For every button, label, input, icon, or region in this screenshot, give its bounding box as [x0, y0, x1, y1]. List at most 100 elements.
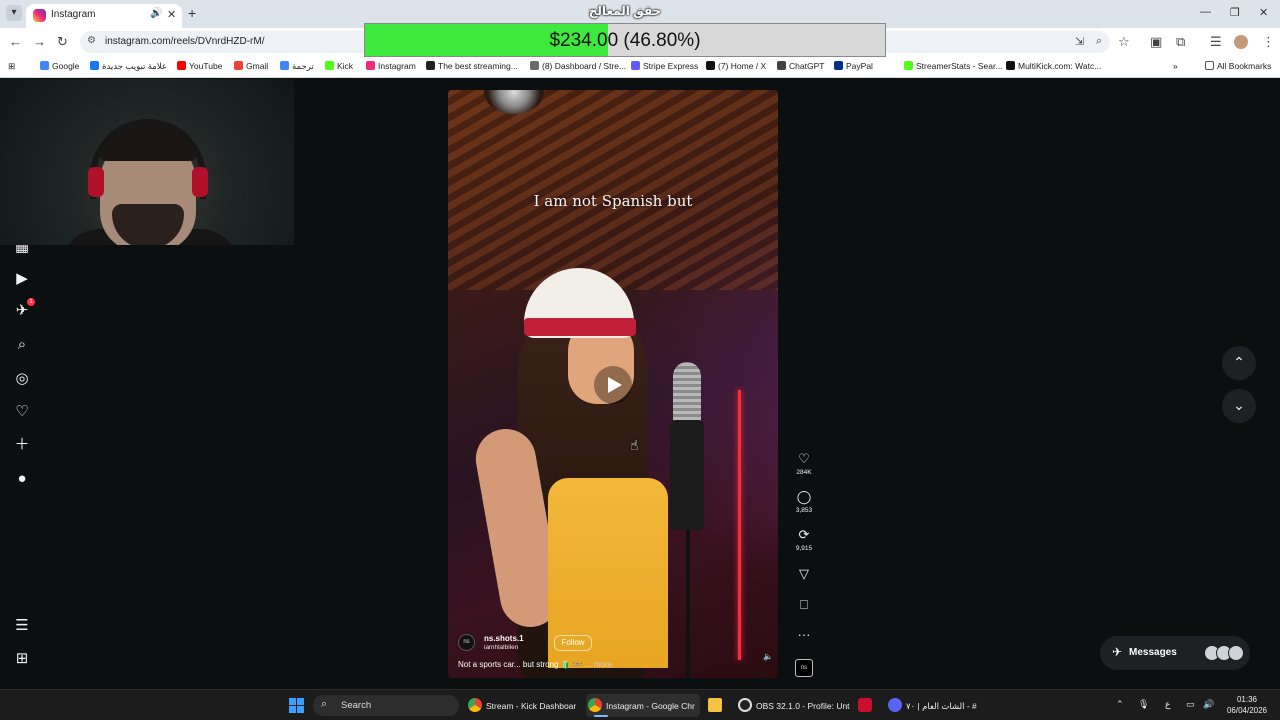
next-reel-button[interactable]: ⌄	[1222, 389, 1256, 423]
tab-instagram[interactable]: Instagram 🔊 ✕	[26, 4, 182, 28]
volume-icon[interactable]: 🔊	[1203, 699, 1214, 710]
play-icon[interactable]	[594, 366, 632, 404]
bookmark-dashboard[interactable]: (8) Dashboard / Stre...	[530, 61, 626, 71]
profile-icon[interactable]: ●	[13, 470, 31, 488]
bookmark-translate[interactable]: ترجمة	[280, 61, 314, 72]
extension-icon[interactable]: ▣	[1150, 34, 1162, 50]
clock-time: 01:36	[1236, 695, 1258, 704]
also-from-meta-icon[interactable]: ⊞	[13, 650, 31, 668]
search-icon: ⌕	[321, 698, 328, 710]
notifications-icon[interactable]: ♡	[13, 403, 31, 421]
taskbar-search-label: Search	[341, 700, 372, 711]
all-bookmarks[interactable]: All Bookmarks	[1205, 61, 1271, 71]
more-menu-icon[interactable]: ☰	[13, 617, 31, 635]
audio-thumbnail[interactable]: ns	[795, 659, 813, 677]
back-icon[interactable]: ←	[9, 34, 22, 49]
bookmark-new-tab[interactable]: علامة تبويب جديدة	[90, 61, 167, 72]
repost-button[interactable]: ⟳ 9,915	[790, 527, 818, 553]
bookmark-star-icon[interactable]: ☆	[1118, 34, 1130, 50]
previous-reel-button[interactable]: ⌃	[1222, 346, 1256, 380]
mute-icon[interactable]: 🔈	[763, 652, 773, 661]
discord-icon	[888, 698, 902, 712]
reel-video[interactable]: I am not Spanish but ns ns.shots.1 iamhl…	[448, 90, 778, 678]
site-info-icon[interactable]: ⚙	[87, 35, 96, 46]
bookmark-chatgpt[interactable]: ChatGPT	[777, 61, 824, 71]
streamerstats-icon	[904, 61, 913, 70]
search-icon[interactable]: ⌕	[13, 336, 31, 354]
tab-audio-icon[interactable]: 🔊	[150, 8, 162, 19]
like-button[interactable]: ♡ 284K	[790, 452, 818, 477]
google-icon	[40, 61, 49, 70]
close-window-button[interactable]: ✕	[1259, 6, 1268, 19]
send-icon: ▽	[799, 566, 809, 581]
explore-icon[interactable]: ◎	[13, 370, 31, 388]
install-app-icon[interactable]: ⇲	[1075, 35, 1084, 48]
taskbar-app-label: Instagram - Google Chr	[606, 701, 695, 711]
author-avatar[interactable]: ns	[458, 634, 475, 651]
comment-button[interactable]: ◯ 3,853	[790, 489, 818, 515]
save-button[interactable]: ⎕	[790, 598, 818, 612]
taskbar-clock[interactable]: 01:36 06/04/2026	[1222, 694, 1272, 716]
comment-icon: ◯	[796, 489, 812, 504]
taskbar-app-kick-dashboard[interactable]: Stream - Kick Dashboar	[466, 694, 582, 717]
repost-icon: ⟳	[798, 527, 810, 542]
taskbar-app-discord[interactable]: الشات العام | ٧٠ - #	[886, 694, 998, 717]
tab-search-icon[interactable]: ▾	[6, 5, 22, 21]
taskbar-app-red[interactable]	[856, 694, 878, 717]
bookmark-kick[interactable]: Kick	[325, 61, 353, 71]
clock-date: 06/04/2026	[1226, 706, 1268, 715]
taskbar-search[interactable]: ⌕ Search	[313, 695, 459, 716]
taskbar-app-file-explorer[interactable]	[706, 694, 730, 717]
maximize-button[interactable]: ❐	[1230, 6, 1240, 19]
reading-list-icon[interactable]: ☰	[1210, 34, 1222, 50]
bookmark-google[interactable]: Google	[40, 61, 79, 71]
bookmark-youtube[interactable]: YouTube	[177, 61, 222, 71]
instagram-favicon-icon	[33, 9, 46, 22]
author-username[interactable]: ns.shots.1	[484, 634, 524, 643]
url-text[interactable]: instagram.com/reels/DVnrdHZD-rM/	[105, 36, 264, 47]
bookmark-gmail[interactable]: Gmail	[234, 61, 268, 71]
bookmark-paypal[interactable]: PayPal	[834, 61, 873, 71]
forward-icon[interactable]: →	[33, 34, 46, 49]
audio-attribution[interactable]: iamhlalbilen	[484, 644, 518, 651]
bookmarks-overflow-icon[interactable]: »	[1173, 61, 1178, 71]
ellipsis-icon: ···	[797, 627, 811, 642]
windows-start-icon[interactable]	[289, 698, 304, 713]
taskbar-app-instagram[interactable]: Instagram - Google Chr	[586, 694, 700, 717]
repost-count: 9,915	[795, 545, 813, 552]
create-icon[interactable]: ＋	[13, 436, 31, 454]
bookmark-label: YouTube	[189, 61, 223, 71]
tray-overflow-icon[interactable]: ⌃	[1116, 699, 1124, 710]
bookmark-streamerstats[interactable]: StreamerStats - Sear...	[904, 61, 1002, 71]
bookmark-instagram[interactable]: Instagram	[366, 61, 416, 71]
bookmark-label: ترجمة	[292, 61, 314, 71]
bookmark-stripe[interactable]: Stripe Express	[631, 61, 698, 71]
all-bookmarks-label: All Bookmarks	[1217, 61, 1272, 71]
bookmark-x[interactable]: (7) Home / X	[706, 61, 766, 71]
zoom-icon[interactable]: ⌕	[1096, 35, 1102, 48]
reels-icon[interactable]: ▶	[13, 270, 31, 288]
reload-icon[interactable]: ↻	[57, 34, 68, 50]
bookmark-multikick[interactable]: MultiKick.com: Watc...	[1006, 61, 1101, 71]
bookmark-streaming[interactable]: The best streaming...	[426, 61, 518, 71]
input-language[interactable]: ع	[1165, 699, 1170, 710]
follow-button[interactable]: Follow	[554, 635, 592, 651]
tab-close-icon[interactable]: ✕	[167, 8, 176, 21]
profile-avatar[interactable]	[1234, 35, 1248, 49]
app-icon	[858, 698, 872, 712]
more-link[interactable]: ... more	[585, 660, 612, 669]
microphone-tray-icon[interactable]: 🎙	[1138, 699, 1149, 710]
new-tab-button[interactable]: +	[188, 5, 196, 21]
menu-kebab-icon[interactable]: ⋮	[1262, 34, 1275, 50]
messages-button[interactable]: ✈ Messages	[1100, 636, 1250, 670]
share-button[interactable]: ▽	[790, 567, 818, 581]
taskbar-app-obs[interactable]: OBS 32.1.0 - Profile: Unt	[736, 694, 850, 717]
more-options-button[interactable]: ···	[790, 628, 818, 642]
windows-taskbar: ⌕ Search Stream - Kick Dashboar Instagra…	[0, 689, 1280, 720]
minimize-button[interactable]: —	[1200, 6, 1211, 18]
paypal-icon	[834, 61, 843, 70]
network-icon[interactable]: ▭	[1186, 699, 1195, 710]
apps-grid-icon[interactable]: ⊞	[8, 61, 15, 72]
extensions-puzzle-icon[interactable]: ⧉	[1176, 34, 1185, 50]
messages-icon[interactable]: ✈ 1	[13, 298, 35, 320]
